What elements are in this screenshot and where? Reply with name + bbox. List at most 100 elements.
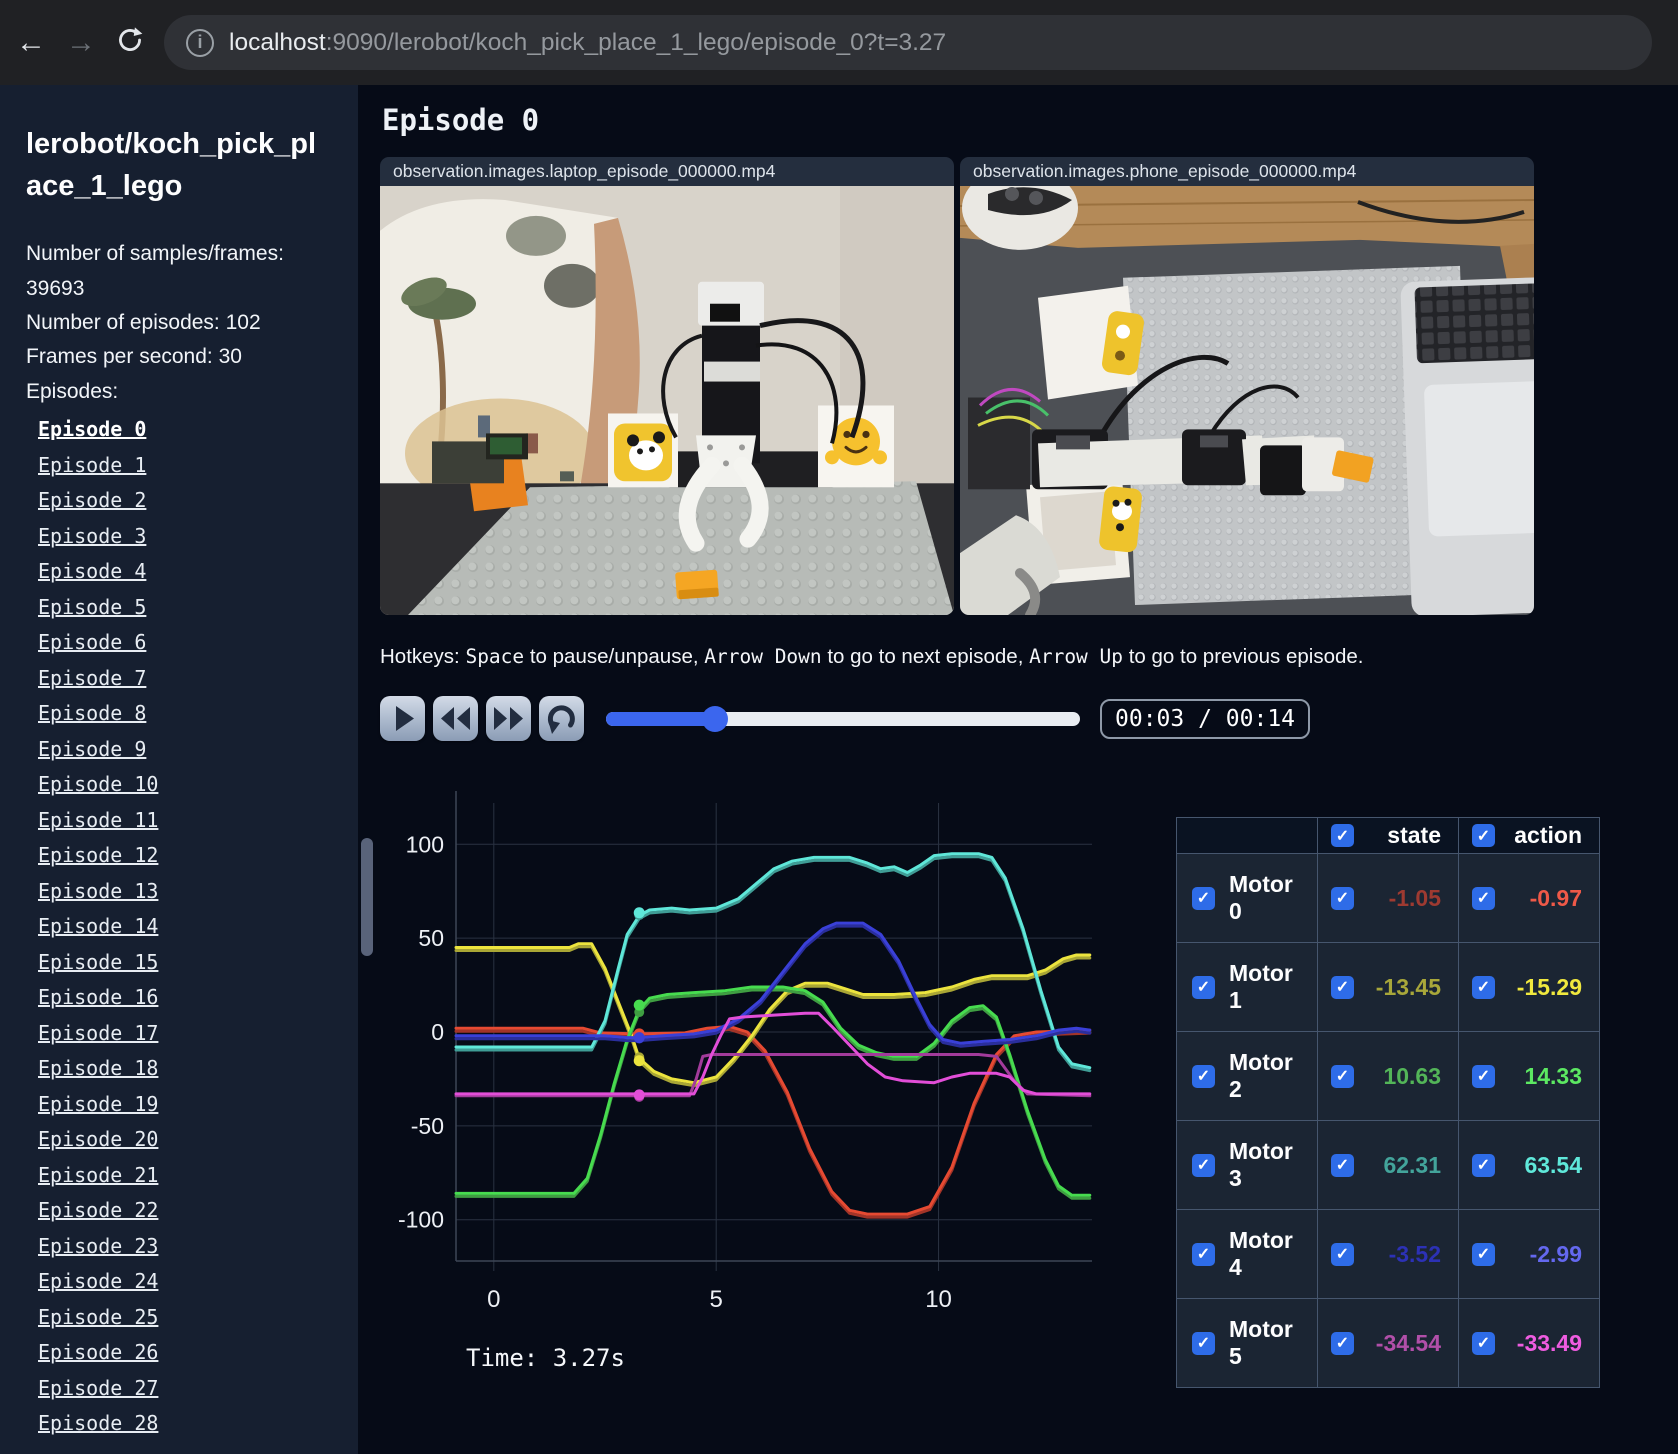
motor-label: Motor 0: [1229, 871, 1293, 924]
hotkeys-help: Hotkeys: Space to pause/unpause, Arrow D…: [380, 645, 1678, 669]
video-title-laptop: observation.images.laptop_episode_000000…: [380, 157, 954, 186]
sidebar-episode-link[interactable]: Episode 0: [38, 417, 146, 441]
address-bar[interactable]: i localhost:9090/lerobot/koch_pick_place…: [164, 15, 1652, 70]
column-header-state: ✓ state: [1317, 817, 1459, 854]
sidebar-episode-link[interactable]: Episode 1: [38, 453, 146, 477]
back-arrow-icon[interactable]: ←: [16, 27, 46, 58]
video-frame-laptop[interactable]: [380, 186, 954, 615]
action-checkbox[interactable]: ✓: [1472, 1242, 1495, 1266]
sidebar-episode-link[interactable]: Episode 15: [38, 950, 158, 974]
sidebar: lerobot/koch_pick_place_1_lego Number of…: [0, 85, 358, 1454]
slider-track[interactable]: [606, 712, 1080, 726]
fast-forward-button[interactable]: [486, 696, 531, 741]
sidebar-episode-link[interactable]: Episode 26: [38, 1340, 158, 1364]
sidebar-episode-link[interactable]: Episode 22: [38, 1198, 158, 1222]
episode-list-item: Episode 18: [38, 1052, 332, 1088]
video-frame-phone[interactable]: [960, 186, 1534, 615]
sidebar-episode-link[interactable]: Episode 14: [38, 914, 158, 938]
samples-count: Number of samples/frames: 39693: [26, 242, 284, 300]
dataset-info: Number of samples/frames: 39693 Number o…: [26, 237, 332, 409]
motor-checkbox[interactable]: ✓: [1192, 1153, 1215, 1177]
svg-text:0: 0: [431, 1019, 444, 1045]
column-label: action: [1514, 822, 1582, 848]
episodes-count: Number of episodes: 102: [26, 310, 261, 334]
slider-thumb[interactable]: [702, 706, 729, 732]
sidebar-episode-link[interactable]: Episode 2: [38, 488, 146, 512]
episode-list-item: Episode 10: [38, 768, 332, 804]
state-checkbox[interactable]: ✓: [1331, 1242, 1354, 1266]
motor-checkbox[interactable]: ✓: [1192, 975, 1215, 999]
video-title-phone: observation.images.phone_episode_000000.…: [960, 157, 1534, 186]
sidebar-episode-link[interactable]: Episode 18: [38, 1056, 158, 1080]
column-header-action: ✓ action: [1458, 817, 1600, 854]
state-value: 10.63: [1383, 1062, 1441, 1089]
motor-checkbox[interactable]: ✓: [1192, 1242, 1215, 1266]
time-display: 00:03 / 00:14: [1100, 698, 1311, 739]
episode-list-item: Episode 7: [38, 662, 332, 698]
sidebar-episode-link[interactable]: Episode 4: [38, 559, 146, 583]
sidebar-episode-link[interactable]: Episode 25: [38, 1305, 158, 1329]
sidebar-episode-link[interactable]: Episode 12: [38, 843, 158, 867]
sidebar-episode-link[interactable]: Episode 17: [38, 1021, 158, 1045]
action-checkbox[interactable]: ✓: [1472, 975, 1495, 999]
sidebar-episode-link[interactable]: Episode 21: [38, 1163, 158, 1187]
info-icon[interactable]: i: [186, 28, 214, 57]
episode-list-item: Episode 2: [38, 484, 332, 520]
motor-row: ✓ Motor 1 ✓ -13.45 ✓ -15.29: [1176, 942, 1600, 1032]
column-checkbox-state[interactable]: ✓: [1331, 824, 1354, 847]
action-checkbox[interactable]: ✓: [1472, 1064, 1495, 1088]
sidebar-episode-link[interactable]: Episode 10: [38, 772, 158, 796]
hotkey-text: to pause/unpause,: [524, 645, 705, 668]
episode-list-item: Episode 26: [38, 1336, 332, 1372]
progress-slider[interactable]: [606, 696, 1080, 741]
reload-icon[interactable]: [116, 26, 144, 60]
state-checkbox[interactable]: ✓: [1331, 1153, 1354, 1177]
video-card-laptop: observation.images.laptop_episode_000000…: [380, 157, 954, 615]
episode-list-item: Episode 22: [38, 1194, 332, 1230]
sidebar-episode-link[interactable]: Episode 3: [38, 524, 146, 548]
svg-text:100: 100: [406, 831, 444, 857]
video-card-phone: observation.images.phone_episode_000000.…: [960, 157, 1534, 615]
forward-arrow-icon[interactable]: →: [66, 27, 96, 58]
slider-fill: [606, 712, 716, 726]
state-checkbox[interactable]: ✓: [1331, 886, 1354, 910]
sidebar-episode-link[interactable]: Episode 9: [38, 737, 146, 761]
motor-label: Motor 3: [1229, 1138, 1293, 1191]
hotkey-key: Arrow Down: [704, 645, 822, 668]
scrollbar-thumb[interactable]: [361, 838, 373, 956]
sidebar-episode-link[interactable]: Episode 23: [38, 1234, 158, 1258]
sidebar-episode-link[interactable]: Episode 20: [38, 1127, 158, 1151]
loop-button[interactable]: [539, 696, 584, 741]
episode-list-item: Episode 28: [38, 1407, 332, 1443]
url-host: localhost: [229, 28, 326, 56]
sidebar-episode-link[interactable]: Episode 28: [38, 1411, 158, 1435]
sidebar-episode-link[interactable]: Episode 8: [38, 701, 146, 725]
state-value: -13.45: [1375, 973, 1441, 1000]
action-checkbox[interactable]: ✓: [1472, 1331, 1495, 1355]
motor-checkbox[interactable]: ✓: [1192, 1064, 1215, 1088]
state-value: -1.05: [1388, 884, 1441, 911]
action-checkbox[interactable]: ✓: [1472, 886, 1495, 910]
hotkey-text: to go to next episode,: [821, 645, 1030, 668]
play-button[interactable]: [380, 696, 425, 741]
sidebar-episode-link[interactable]: Episode 27: [38, 1376, 158, 1400]
sidebar-episode-link[interactable]: Episode 11: [38, 808, 158, 832]
sidebar-episode-link[interactable]: Episode 5: [38, 595, 146, 619]
sidebar-episode-link[interactable]: Episode 13: [38, 879, 158, 903]
sidebar-episode-link[interactable]: Episode 6: [38, 630, 146, 654]
state-checkbox[interactable]: ✓: [1331, 1331, 1354, 1355]
episode-list-item: Episode 5: [38, 591, 332, 627]
chart-canvas[interactable]: 100 50 0 -50 -100 0 5 10: [380, 763, 1098, 1331]
motor-row: ✓ Motor 3 ✓ 62.31 ✓ 63.54: [1176, 1120, 1600, 1210]
state-checkbox[interactable]: ✓: [1331, 975, 1354, 999]
sidebar-episode-link[interactable]: Episode 7: [38, 666, 146, 690]
sidebar-episode-link[interactable]: Episode 16: [38, 985, 158, 1009]
column-checkbox-action[interactable]: ✓: [1472, 824, 1495, 847]
rewind-button[interactable]: [433, 696, 478, 741]
motor-checkbox[interactable]: ✓: [1192, 1331, 1215, 1355]
sidebar-episode-link[interactable]: Episode 24: [38, 1269, 158, 1293]
motor-checkbox[interactable]: ✓: [1192, 886, 1215, 910]
sidebar-episode-link[interactable]: Episode 19: [38, 1092, 158, 1116]
state-checkbox[interactable]: ✓: [1331, 1064, 1354, 1088]
action-checkbox[interactable]: ✓: [1472, 1153, 1495, 1177]
